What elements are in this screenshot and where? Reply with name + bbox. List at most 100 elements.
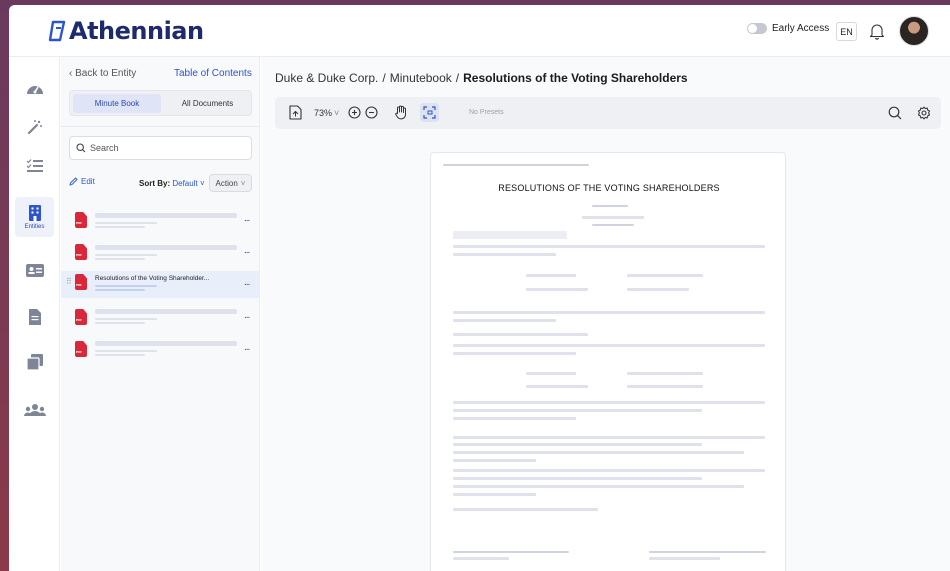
pdf-file-icon	[75, 341, 87, 357]
breadcrumb-entity[interactable]: Duke & Duke Corp.	[275, 71, 378, 85]
file-row[interactable]: PDF ...	[61, 209, 260, 237]
toggle-switch[interactable]	[747, 23, 767, 34]
nav-documents[interactable]	[15, 297, 54, 337]
dashboard-icon	[26, 86, 43, 94]
id-card-icon	[25, 263, 44, 277]
presets-dropdown[interactable]: No Presets	[469, 109, 504, 116]
divider	[61, 126, 260, 127]
file-export-icon[interactable]	[289, 105, 302, 120]
doc-line	[582, 216, 644, 219]
search-icon[interactable]	[888, 106, 902, 120]
nav-contacts[interactable]	[15, 250, 54, 290]
breadcrumb-minutebook[interactable]: Minutebook	[390, 71, 452, 85]
doc-line	[453, 451, 744, 454]
doc-line	[526, 274, 576, 277]
user-avatar[interactable]	[899, 16, 929, 46]
athennian-logo[interactable]: Athennian	[48, 17, 204, 45]
document-icon	[28, 309, 41, 325]
magic-wand-icon	[27, 120, 42, 135]
tab-all-documents[interactable]: All Documents	[165, 94, 250, 113]
viewer-toolbar: 73% ˅ No Presets	[275, 97, 941, 129]
placeholder-line	[95, 258, 145, 260]
doc-line	[453, 311, 765, 314]
document-page[interactable]: RESOLUTIONS OF THE VOTING SHAREHOLDERS	[430, 152, 786, 571]
placeholder-line	[95, 245, 237, 250]
doc-line	[453, 557, 509, 560]
zoom-out-icon[interactable]	[365, 106, 378, 119]
nav-entities[interactable]: Entities	[15, 197, 54, 237]
pdf-badge-label: PDF	[76, 253, 82, 257]
doc-line	[627, 385, 703, 388]
checklist-icon	[26, 159, 43, 172]
file-row-selected[interactable]: ⠿ PDF Resolutions of the Voting Sharehol…	[61, 271, 260, 298]
breadcrumb-separator: /	[455, 71, 460, 85]
zoom-level[interactable]: 73% ˅	[314, 108, 339, 118]
pdf-file-icon	[75, 244, 87, 260]
sort-by-control[interactable]: Sort By: Default ˅	[139, 179, 205, 188]
placeholder-line	[95, 289, 145, 291]
doc-line	[526, 288, 588, 291]
pdf-file-icon	[75, 274, 87, 290]
language-selector[interactable]: EN	[836, 22, 857, 41]
nav-tasks[interactable]	[15, 146, 54, 186]
action-dropdown[interactable]: Action ˅	[209, 174, 252, 192]
search-input[interactable]: Search	[69, 136, 252, 160]
nav-collections[interactable]	[15, 342, 54, 382]
placeholder-line	[95, 254, 157, 256]
hand-pan-icon[interactable]	[394, 105, 408, 120]
pdf-badge-label: PDF	[76, 350, 82, 354]
tab-minute-book[interactable]: Minute Book	[73, 94, 161, 113]
pdf-file-icon	[75, 212, 87, 228]
doc-line	[453, 459, 536, 462]
zoom-value: 73%	[314, 108, 333, 118]
more-options-button[interactable]: ...	[244, 277, 250, 288]
bell-icon[interactable]	[869, 22, 885, 40]
doc-line	[453, 477, 702, 480]
doc-line	[627, 274, 703, 277]
nav-rail: Entities	[9, 57, 60, 571]
stack-icon	[25, 354, 43, 371]
doc-line	[453, 352, 576, 355]
users-icon	[23, 404, 46, 416]
more-options-button[interactable]: ...	[244, 213, 250, 224]
placeholder-line	[95, 309, 237, 314]
chevron-down-icon: ˅	[334, 108, 340, 118]
zoom-in-icon[interactable]	[348, 106, 361, 119]
file-row[interactable]: PDF ...	[61, 306, 260, 334]
placeholder-line	[95, 226, 145, 228]
doc-line	[453, 493, 536, 496]
more-options-button[interactable]: ...	[244, 342, 250, 353]
placeholder-line	[95, 350, 157, 352]
nav-people[interactable]	[15, 390, 54, 430]
back-to-entity-link[interactable]: ‹ Back to Entity	[69, 68, 136, 79]
search-icon	[76, 143, 86, 153]
placeholder-line	[95, 341, 237, 346]
breadcrumb-separator: /	[382, 71, 386, 85]
early-access-toggle[interactable]: Early Access	[747, 23, 829, 34]
file-row[interactable]: PDF ...	[61, 241, 260, 269]
signature-line	[649, 551, 766, 553]
doc-line	[453, 508, 598, 511]
fit-page-button[interactable]	[420, 103, 439, 122]
nav-automation[interactable]	[15, 107, 54, 147]
search-placeholder: Search	[90, 143, 119, 153]
doc-line	[453, 443, 702, 446]
gear-icon[interactable]	[917, 106, 931, 120]
more-options-button[interactable]: ...	[244, 245, 250, 256]
doc-line	[453, 333, 588, 336]
more-options-button[interactable]: ...	[244, 310, 250, 321]
doc-line	[453, 319, 556, 322]
logo-mark-icon	[48, 20, 66, 42]
file-row[interactable]: PDF ...	[61, 338, 260, 366]
nav-entities-label: Entities	[24, 224, 45, 230]
doc-line	[443, 164, 589, 166]
pdf-file-icon	[75, 309, 87, 325]
nav-dashboard[interactable]	[15, 69, 54, 109]
doc-line	[453, 253, 556, 256]
edit-button[interactable]: Edit	[69, 177, 95, 186]
doc-line	[453, 436, 765, 439]
doc-line	[627, 288, 689, 291]
document-title: RESOLUTIONS OF THE VOTING SHAREHOLDERS	[498, 183, 720, 193]
table-of-contents-link[interactable]: Table of Contents	[174, 68, 252, 79]
drag-handle-icon[interactable]: ⠿	[66, 277, 72, 286]
